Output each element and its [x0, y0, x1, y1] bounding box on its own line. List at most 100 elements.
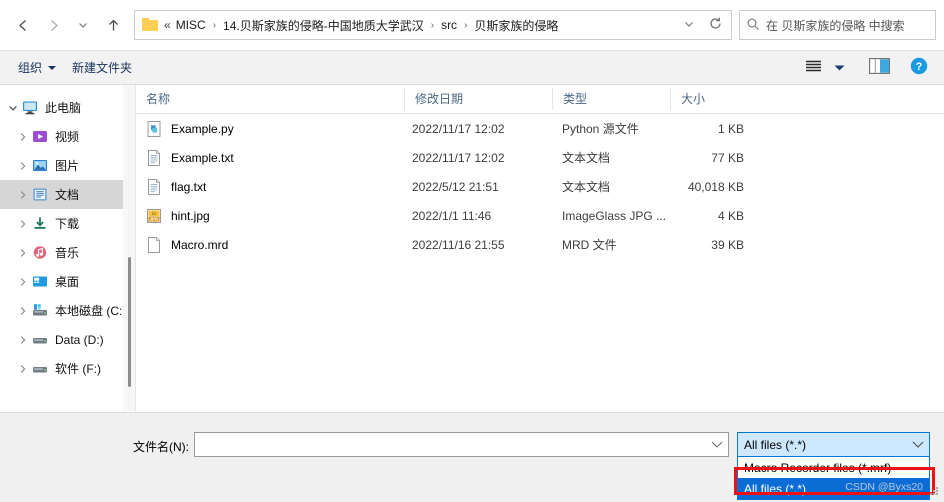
- column-header-row: 名称 ⌃ 修改日期 类型 大小: [136, 85, 944, 114]
- column-header-1[interactable]: 修改日期: [404, 88, 552, 110]
- sidebar-scrollbar-track[interactable]: [123, 85, 135, 411]
- breadcrumb-item-1[interactable]: 14.贝斯家族的侵略-中国地质大学武汉: [220, 15, 427, 36]
- recent-locations-button[interactable]: [68, 10, 98, 40]
- help-icon: ?: [910, 57, 928, 78]
- breadcrumb: « MISC › 14.贝斯家族的侵略-中国地质大学武汉 › src › 贝斯家…: [164, 15, 677, 36]
- jpg-file-icon: io JPG: [146, 208, 162, 224]
- navigation-pane: 此电脑视频图片文档 下载 音乐桌面本地磁盘 (C:) Data (D:) 软件 (F:): [0, 85, 135, 411]
- back-button[interactable]: [8, 10, 38, 40]
- file-name: hint.jpg: [171, 208, 210, 223]
- up-button[interactable]: [98, 10, 128, 40]
- breadcrumb-item-3[interactable]: 贝斯家族的侵略: [471, 15, 561, 36]
- organize-button[interactable]: 组织: [10, 55, 64, 81]
- chevron-right-icon[interactable]: [14, 306, 32, 316]
- command-toolbar: 组织 新建文件夹 ?: [0, 50, 944, 85]
- chevron-down-icon[interactable]: [4, 103, 22, 113]
- resize-grip-icon[interactable]: [930, 487, 940, 497]
- file-name-cell[interactable]: Example.py: [136, 120, 404, 137]
- chevron-right-icon[interactable]: [14, 277, 32, 287]
- sidebar-item-3[interactable]: 文档: [0, 180, 135, 209]
- address-dropdown-button[interactable]: [677, 12, 701, 38]
- filename-input[interactable]: [194, 432, 729, 457]
- preview-pane-button[interactable]: [851, 55, 896, 81]
- chevron-right-icon[interactable]: [14, 132, 32, 142]
- watermark: CSDN @Byxs20: [845, 481, 923, 493]
- filter-option-label: Macro Recorder files (*.mrf): [744, 460, 892, 475]
- filename-dropdown-button[interactable]: [706, 438, 728, 452]
- file-size: 77 KB: [711, 150, 744, 165]
- table-row[interactable]: Example.txt 2022/11/17 12:02 文本文档 77 KB: [136, 143, 944, 172]
- file-name-cell[interactable]: Example.txt: [136, 149, 404, 166]
- sidebar-item-2[interactable]: 图片: [0, 151, 135, 180]
- file-name-cell[interactable]: io JPG hint.jpg: [136, 208, 404, 224]
- arrow-up-icon: [105, 17, 122, 34]
- table-row[interactable]: flag.txt 2022/5/12 21:51 文本文档 40,018 KB: [136, 172, 944, 201]
- chevron-right-icon[interactable]: [14, 161, 32, 171]
- file-size: 4 KB: [717, 208, 744, 223]
- chevron-down-icon: [76, 18, 90, 32]
- table-row[interactable]: Example.py 2022/11/17 12:02 Python 源文件 1 KB: [136, 114, 944, 143]
- filter-option-0[interactable]: Macro Recorder files (*.mrf): [738, 457, 929, 478]
- view-mode-button[interactable]: [799, 55, 828, 81]
- file-rows: Example.py 2022/11/17 12:02 Python 源文件 1 KB…: [136, 114, 944, 259]
- chevron-right-icon[interactable]: [14, 364, 32, 374]
- breadcrumb-separator[interactable]: ›: [209, 20, 220, 31]
- breadcrumb-overflow[interactable]: «: [164, 18, 173, 32]
- forward-button[interactable]: [38, 10, 68, 40]
- refresh-button[interactable]: [701, 12, 729, 38]
- address-bar[interactable]: « MISC › 14.贝斯家族的侵略-中国地质大学武汉 › src › 贝斯家…: [134, 10, 732, 40]
- file-type: ImageGlass JPG ...: [562, 208, 667, 223]
- svg-text:io: io: [152, 210, 156, 215]
- file-name-cell[interactable]: Macro.mrd: [136, 236, 404, 253]
- arrow-right-icon: [45, 17, 62, 34]
- column-header-2[interactable]: 类型: [552, 88, 670, 110]
- file-type-filter-combobox[interactable]: All files (*.*): [737, 432, 930, 457]
- search-box[interactable]: 在 贝斯家族的侵略 中搜索: [739, 10, 936, 40]
- sidebar-scrollbar-thumb[interactable]: [128, 257, 131, 387]
- file-date: 2022/5/12 21:51: [412, 179, 499, 194]
- breadcrumb-item-0[interactable]: MISC: [173, 16, 209, 34]
- file-name: flag.txt: [171, 179, 207, 194]
- sidebar-item-0[interactable]: 此电脑: [0, 93, 135, 122]
- navigation-bar: « MISC › 14.贝斯家族的侵略-中国地质大学武汉 › src › 贝斯家…: [0, 0, 944, 50]
- downloads-icon: [32, 216, 49, 232]
- breadcrumb-item-2[interactable]: src: [438, 16, 460, 34]
- column-header-label: 名称: [146, 92, 171, 106]
- table-row[interactable]: io JPG hint.jpg 2022/1/1 11:46 ImageGlass JP…: [136, 201, 944, 230]
- column-header-0[interactable]: 名称 ⌃: [136, 85, 404, 110]
- file-name-cell[interactable]: flag.txt: [136, 178, 404, 195]
- chevron-right-icon[interactable]: [14, 335, 32, 345]
- new-folder-button[interactable]: 新建文件夹: [64, 55, 140, 81]
- breadcrumb-separator[interactable]: ›: [460, 20, 471, 31]
- sidebar-item-label: 图片: [55, 159, 80, 173]
- chevron-right-icon[interactable]: [14, 219, 32, 229]
- filter-option-1[interactable]: All files (*.*) CSDN @Byxs20: [738, 478, 929, 499]
- sidebar-item-1[interactable]: 视频: [0, 122, 135, 151]
- file-size: 39 KB: [711, 237, 744, 252]
- file-type: MRD 文件: [562, 238, 617, 252]
- search-input[interactable]: 在 贝斯家族的侵略 中搜索: [766, 17, 905, 34]
- sidebar-item-8[interactable]: Data (D:): [0, 325, 135, 354]
- folder-icon: [142, 18, 158, 32]
- file-size: 1 KB: [717, 121, 744, 136]
- breadcrumb-separator[interactable]: ›: [427, 20, 438, 31]
- sidebar-item-5[interactable]: 音乐: [0, 238, 135, 267]
- sidebar-item-7[interactable]: 本地磁盘 (C:): [0, 296, 135, 325]
- sidebar-item-label: 桌面: [55, 275, 80, 289]
- chevron-right-icon[interactable]: [14, 190, 32, 200]
- chevron-right-icon[interactable]: [14, 248, 32, 258]
- column-header-3[interactable]: 大小: [670, 88, 752, 110]
- table-row[interactable]: Macro.mrd 2022/11/16 21:55 MRD 文件 39 KB: [136, 230, 944, 259]
- column-header-label: 修改日期: [415, 92, 464, 106]
- help-button[interactable]: ?: [896, 55, 934, 81]
- file-type: Python 源文件: [562, 122, 639, 136]
- file-date: 2022/11/16 21:55: [412, 237, 505, 252]
- sidebar-item-6[interactable]: 桌面: [0, 267, 135, 296]
- sidebar-item-4[interactable]: 下载: [0, 209, 135, 238]
- file-type-filter-dropdown-button[interactable]: [907, 438, 929, 452]
- sidebar-item-9[interactable]: 软件 (F:): [0, 354, 135, 383]
- music-icon: [32, 245, 49, 261]
- view-mode-dropdown-button[interactable]: [828, 55, 851, 81]
- drive-icon: [32, 332, 49, 348]
- sidebar-item-label: 视频: [55, 130, 80, 144]
